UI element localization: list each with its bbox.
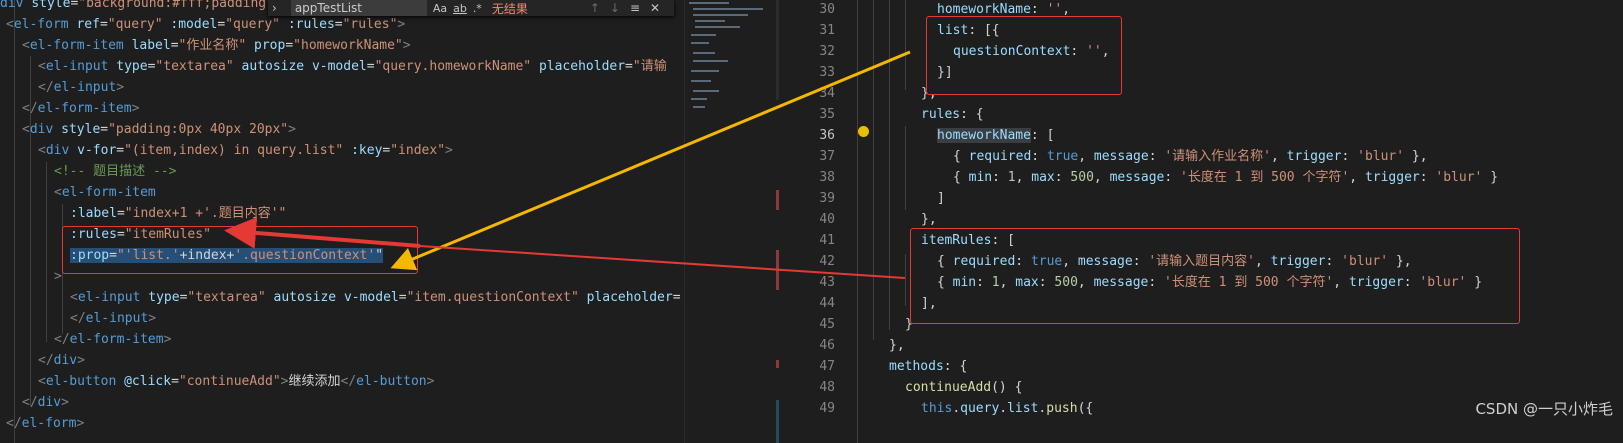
red-arrow-thin [419,245,906,279]
red-arrow-head [224,216,421,249]
yellow-arrow [390,50,911,271]
annotation-arrows [224,50,911,279]
watermark: CSDN @一只小炸毛 [1475,400,1613,418]
